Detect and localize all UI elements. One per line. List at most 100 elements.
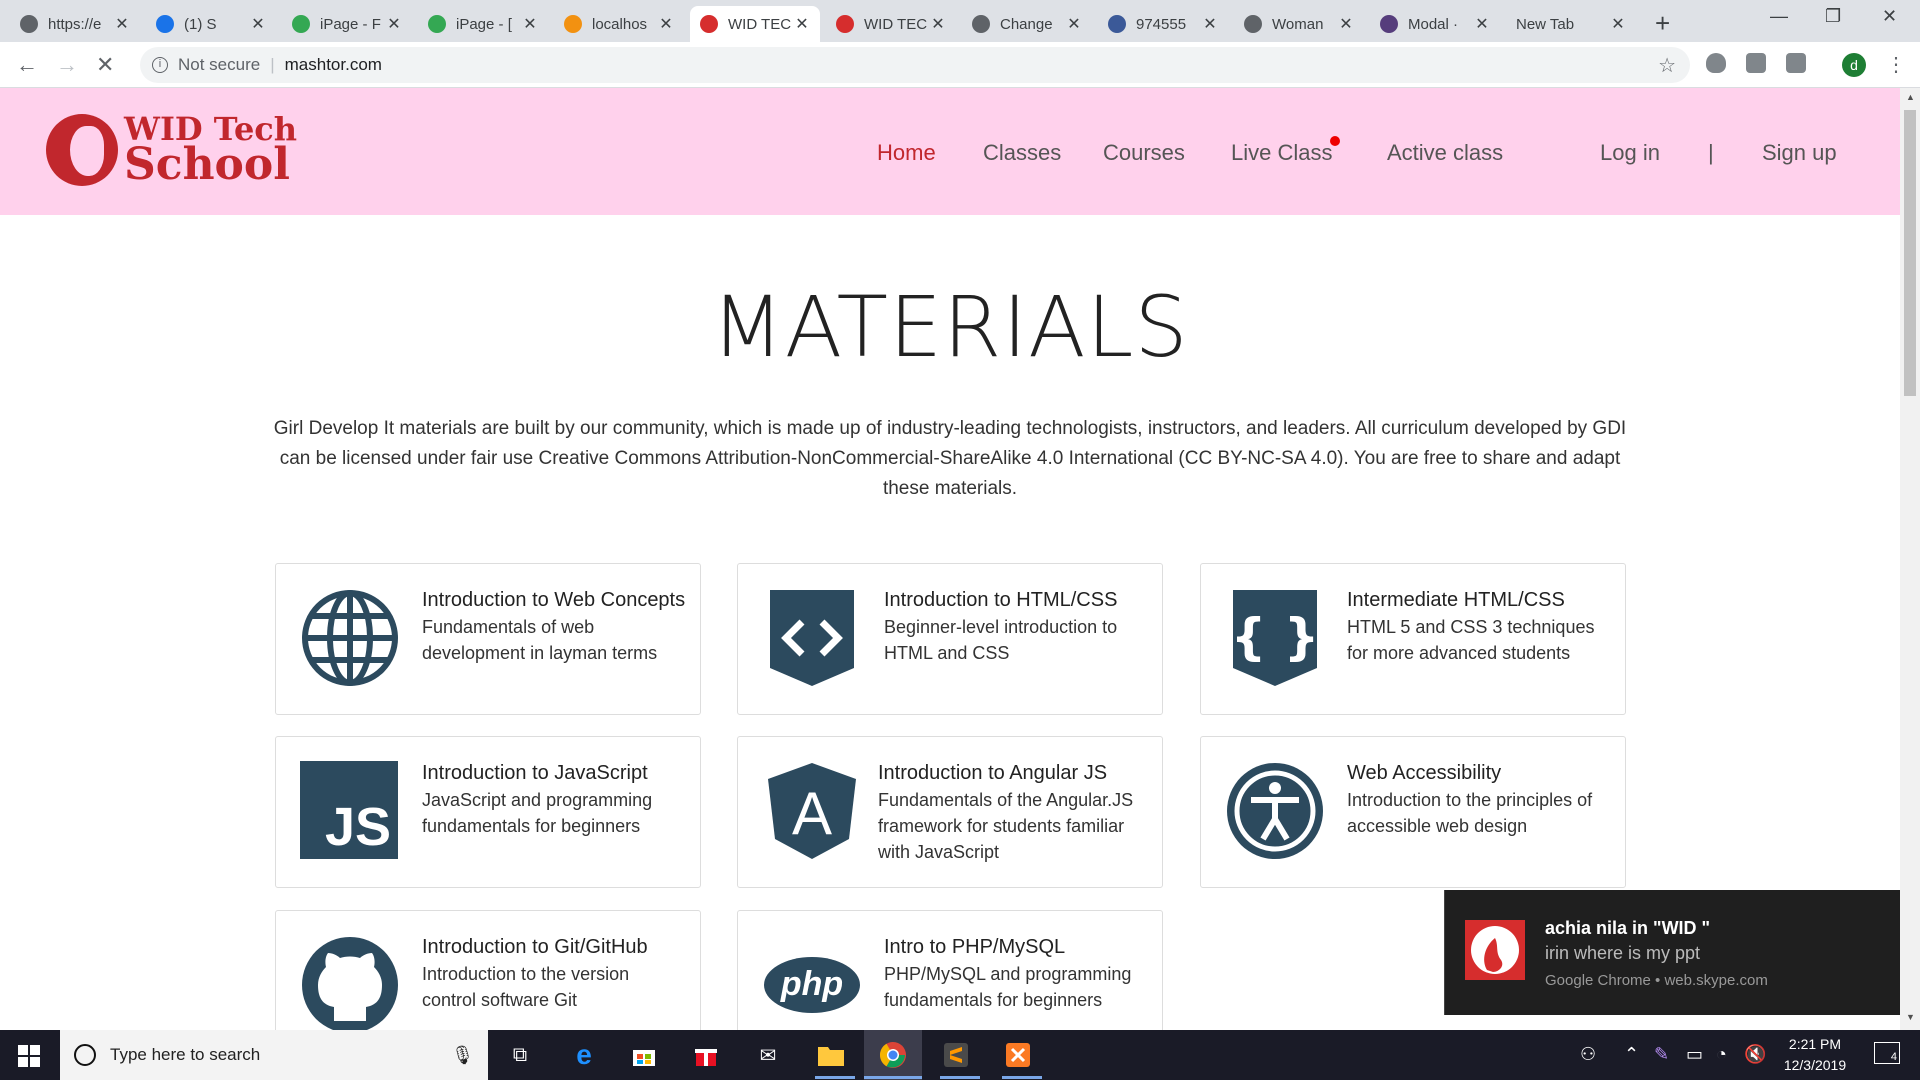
mail-icon[interactable]: ✉	[752, 1040, 784, 1070]
profile-avatar[interactable]: d	[1842, 53, 1866, 77]
taskbar-clock[interactable]: 2:21 PM 12/3/2019	[1770, 1034, 1860, 1076]
store-icon[interactable]	[628, 1040, 660, 1070]
chrome-menu-icon[interactable]: ⋮	[1886, 52, 1906, 77]
tab-close-icon[interactable]: ✕	[930, 14, 946, 34]
material-card[interactable]: php Intro to PHP/MySQL PHP/MySQL and prog…	[737, 910, 1163, 1030]
shield-extension-icon[interactable]	[1706, 53, 1726, 73]
omnibox-divider: |	[270, 55, 275, 74]
tab-title: Change	[1000, 15, 1053, 33]
browser-tab[interactable]: iPage - F ✕	[282, 6, 412, 42]
scrollbar-thumb[interactable]	[1904, 110, 1916, 396]
skype-icon	[156, 15, 174, 33]
browser-tab[interactable]: Change ✕	[962, 6, 1092, 42]
tab-close-icon[interactable]: ✕	[1338, 14, 1354, 34]
browser-tab[interactable]: WID TEC ✕	[826, 6, 956, 42]
material-card[interactable]: Introduction to Web Concepts Fundamentals…	[275, 563, 701, 715]
wifi-icon[interactable]: ◔	[1716, 1044, 1727, 1065]
bookmark-star-icon[interactable]: ☆	[1658, 53, 1676, 78]
info-icon[interactable]: i	[152, 57, 168, 73]
material-card[interactable]: Introduction to Git/GitHub Introduction t…	[275, 910, 701, 1030]
not-secure-label: Not secure	[178, 55, 261, 74]
show-hidden-icons-chevron-icon[interactable]: ⌃	[1624, 1044, 1639, 1065]
clock-date: 12/3/2019	[1783, 1057, 1847, 1073]
microphone-icon[interactable]: 🎙	[451, 1045, 474, 1066]
svg-text:{ }: { }	[1231, 608, 1320, 666]
minimize-button[interactable]: —	[1770, 6, 1788, 27]
php-icon-label: php	[780, 965, 844, 1003]
tab-close-icon[interactable]: ✕	[1066, 14, 1082, 34]
browser-tab[interactable]: https://e ✕	[10, 6, 140, 42]
tab-close-icon[interactable]: ✕	[522, 14, 538, 34]
site-header: WID Tech School Home Classes Courses Liv…	[0, 88, 1900, 215]
gift-app-icon[interactable]	[690, 1040, 722, 1070]
material-card[interactable]: { } Intermediate HTML/CSS HTML 5 and CSS …	[1200, 563, 1626, 715]
ipage-icon	[292, 15, 310, 33]
material-card[interactable]: Introduction to HTML/CSS Beginner-level i…	[737, 563, 1163, 715]
wid-icon	[700, 15, 718, 33]
tab-close-icon[interactable]: ✕	[114, 14, 130, 34]
task-view-icon[interactable]: ⧉	[504, 1040, 536, 1070]
windows-start-icon[interactable]	[18, 1045, 40, 1067]
nav-active-class[interactable]: Active class	[1387, 140, 1503, 166]
new-tab-button[interactable]: +	[1655, 8, 1670, 39]
volume-muted-icon[interactable]: 🔇	[1744, 1044, 1766, 1065]
browser-tab[interactable]: iPage - [✕	[418, 6, 548, 42]
back-arrow-icon[interactable]: ←	[16, 52, 38, 78]
browser-tab[interactable]: Woman ✕	[1234, 6, 1364, 42]
card-description: Fundamentals of web development in layma…	[422, 617, 658, 663]
material-card[interactable]: A Introduction to Angular JS Fundamentals…	[737, 736, 1163, 888]
nav-login[interactable]: Log in	[1600, 140, 1660, 166]
browser-tab[interactable]: Modal · ✕	[1370, 6, 1500, 42]
tab-close-icon[interactable]: ✕	[1474, 14, 1490, 34]
stop-loading-icon[interactable]: ✕	[96, 52, 114, 78]
browser-tab[interactable]: localhos ✕	[554, 6, 684, 42]
nav-signup[interactable]: Sign up	[1762, 140, 1837, 166]
site-logo[interactable]: WID Tech School	[46, 113, 297, 187]
camera-extension-icon[interactable]	[1786, 53, 1806, 73]
xampp-icon[interactable]	[1002, 1040, 1034, 1070]
chrome-taskbar-icon[interactable]	[864, 1030, 922, 1080]
skype-notification-toast[interactable]: achia nila in "WID " irin where is my pp…	[1444, 890, 1900, 1015]
notification-source: Google Chrome • web.skype.com	[1545, 972, 1768, 989]
window-close-button[interactable]: ✕	[1882, 6, 1897, 27]
page-scrollbar[interactable]: ▲ ▼	[1900, 88, 1920, 1030]
url-text[interactable]: mashtor.com	[285, 55, 382, 75]
file-explorer-icon[interactable]	[815, 1040, 847, 1070]
nav-courses[interactable]: Courses	[1103, 140, 1185, 166]
pen-icon[interactable]: ✎	[1654, 1044, 1669, 1065]
tab-title: WID TEC	[864, 15, 928, 33]
search-placeholder: Type here to search	[110, 1045, 261, 1064]
nav-live-class[interactable]: Live Class	[1231, 140, 1332, 166]
action-center-icon[interactable]: 4	[1874, 1042, 1900, 1064]
material-card[interactable]: Web Accessibility Introduction to the pri…	[1200, 736, 1626, 888]
taskbar-search-box[interactable]: Type here to search 🎙	[60, 1030, 488, 1080]
forward-arrow-icon[interactable]: →	[56, 52, 78, 78]
browser-tab[interactable]: WID TEC ✕	[690, 6, 820, 42]
browser-tab[interactable]: (1) S ✕	[146, 6, 276, 42]
live-indicator-dot	[1330, 136, 1340, 146]
sublime-text-icon[interactable]	[940, 1040, 972, 1070]
scroll-down-icon[interactable]: ▼	[1906, 1012, 1915, 1022]
edge-browser-icon[interactable]: e	[568, 1039, 600, 1070]
tab-close-icon[interactable]: ✕	[1202, 14, 1218, 34]
nav-home[interactable]: Home	[877, 140, 936, 166]
browser-tab[interactable]: New Tab ✕	[1506, 6, 1636, 42]
tab-close-icon[interactable]: ✕	[250, 14, 266, 34]
people-icon[interactable]: ⚇	[1580, 1044, 1596, 1065]
browser-tab[interactable]: 974555 ✕	[1098, 6, 1228, 42]
tab-close-icon[interactable]: ✕	[386, 14, 402, 34]
user-icon	[1108, 15, 1126, 33]
scroll-up-icon[interactable]: ▲	[1906, 92, 1915, 102]
tab-close-icon[interactable]: ✕	[658, 14, 674, 34]
address-bar[interactable]: i Not secure | mashtor.com ☆	[140, 47, 1690, 83]
maximize-button[interactable]: ❐	[1825, 6, 1841, 27]
card-description: PHP/MySQL and programming fundamentals f…	[884, 964, 1132, 1010]
cortana-icon[interactable]	[74, 1044, 96, 1066]
tab-close-icon[interactable]: ✕	[794, 14, 810, 34]
tab-close-icon[interactable]: ✕	[1610, 14, 1626, 34]
nav-classes[interactable]: Classes	[983, 140, 1061, 166]
ipage-icon	[428, 15, 446, 33]
material-card[interactable]: JS Introduction to JavaScript JavaScript …	[275, 736, 701, 888]
battery-icon[interactable]: ▭	[1686, 1044, 1703, 1065]
cast-extension-icon[interactable]	[1746, 53, 1766, 73]
